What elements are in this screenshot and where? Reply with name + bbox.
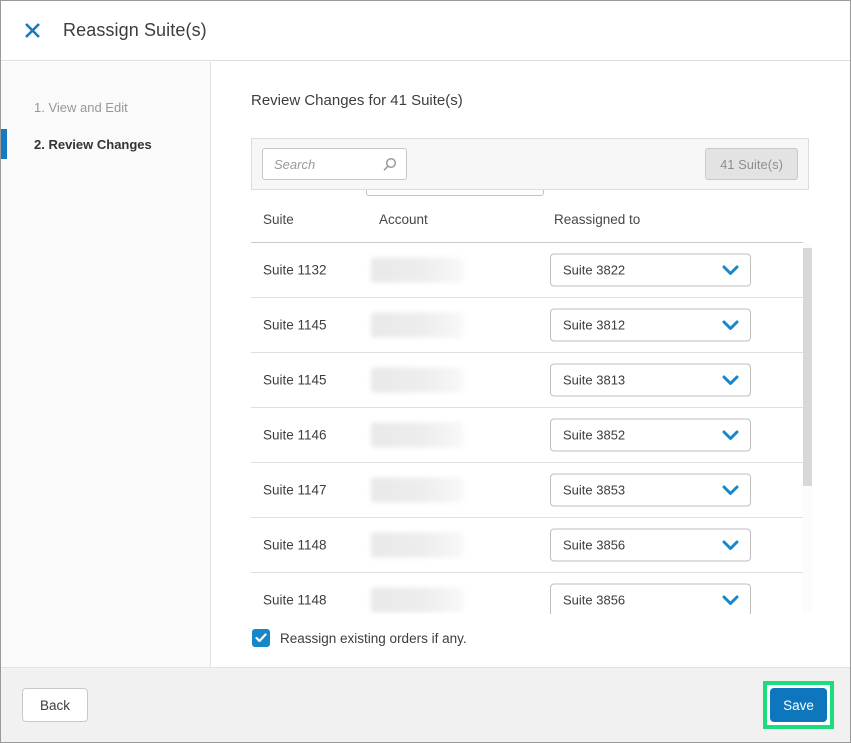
account-value-redacted <box>371 257 463 283</box>
account-value-redacted <box>371 477 463 503</box>
row-suite-label: Suite 1146 <box>263 427 327 443</box>
account-value-redacted <box>371 422 463 448</box>
reassigned-to-value: Suite 3812 <box>563 317 626 333</box>
table-row: Suite 1147 Suite 3853 <box>251 463 803 518</box>
account-value-redacted <box>371 532 463 558</box>
chevron-down-icon <box>722 595 739 606</box>
reassigned-to-value: Suite 3853 <box>563 482 626 498</box>
row-suite-label: Suite 1148 <box>263 537 327 553</box>
back-button[interactable]: Back <box>22 688 88 722</box>
account-value-redacted <box>371 312 463 338</box>
table-row: Suite 1148 Suite 3856 <box>251 573 803 614</box>
table-row: Suite 1132 Suite 3822 <box>251 243 803 298</box>
active-step-indicator <box>1 129 7 159</box>
table-row: Suite 1145 Suite 3813 <box>251 353 803 408</box>
check-icon <box>255 633 267 643</box>
column-header-suite: Suite <box>263 212 294 227</box>
sidebar-step-review-changes[interactable]: 2. Review Changes <box>34 137 152 152</box>
table-row: Suite 1148 Suite 3856 <box>251 518 803 573</box>
review-changes-title: Review Changes for 41 Suite(s) <box>251 92 463 109</box>
modal-footer: Back Save <box>1 667 850 742</box>
account-value-redacted <box>371 587 463 613</box>
search-icon <box>382 157 397 172</box>
search-box <box>262 148 407 180</box>
reassigned-to-select[interactable]: Suite 3812 <box>550 308 751 342</box>
close-button[interactable] <box>20 19 44 43</box>
row-suite-label: Suite 1132 <box>263 262 327 278</box>
column-header-account: Account <box>379 212 428 227</box>
save-button[interactable]: Save <box>770 688 827 722</box>
reassign-orders-checkbox[interactable] <box>252 629 270 647</box>
reassign-orders-label: Reassign existing orders if any. <box>280 630 467 646</box>
chevron-down-icon <box>722 540 739 551</box>
reassign-orders-row: Reassign existing orders if any. <box>252 629 467 647</box>
chevron-down-icon <box>722 320 739 331</box>
row-suite-label: Suite 1145 <box>263 372 327 388</box>
reassigned-to-value: Suite 3813 <box>563 372 626 388</box>
table-rows: Suite 1132 Suite 3822 Suite 1145 Suite 3… <box>251 243 803 614</box>
chevron-down-icon <box>722 265 739 276</box>
chevron-down-icon <box>722 430 739 441</box>
modal-body: 1. View and Edit 2. Review Changes Revie… <box>1 62 850 667</box>
reassigned-to-select[interactable]: Suite 3852 <box>550 418 751 452</box>
column-header-reassigned-to: Reassigned to <box>554 212 641 227</box>
chevron-down-icon <box>722 375 739 386</box>
row-suite-label: Suite 1145 <box>263 317 327 333</box>
steps-sidebar: 1. View and Edit 2. Review Changes <box>1 62 211 667</box>
modal-header: Reassign Suite(s) <box>1 1 850 61</box>
reassigned-to-select[interactable]: Suite 3813 <box>550 363 751 397</box>
row-suite-label: Suite 1148 <box>263 592 327 608</box>
reassigned-to-value: Suite 3856 <box>563 537 626 553</box>
table-row: Suite 1145 Suite 3812 <box>251 298 803 353</box>
reassigned-to-value: Suite 3856 <box>563 592 626 608</box>
reassign-suites-modal: Reassign Suite(s) 1. View and Edit 2. Re… <box>0 0 851 743</box>
close-icon <box>24 22 41 39</box>
row-suite-label: Suite 1147 <box>263 482 327 498</box>
suite-count-button[interactable]: 41 Suite(s) <box>705 148 798 180</box>
reassigned-to-value: Suite 3852 <box>563 427 626 443</box>
modal-title: Reassign Suite(s) <box>63 20 207 40</box>
sidebar-step-view-and-edit[interactable]: 1. View and Edit <box>34 100 128 115</box>
table-toolbar: 41 Suite(s) <box>251 138 809 190</box>
reassigned-to-select[interactable]: Suite 3856 <box>550 528 751 562</box>
table-row: Suite 1146 Suite 3852 <box>251 408 803 463</box>
account-value-redacted <box>371 367 463 393</box>
reassigned-to-select[interactable]: Suite 3853 <box>550 473 751 507</box>
reassigned-to-select[interactable]: Suite 3856 <box>550 583 751 614</box>
reassigned-to-select[interactable]: Suite 3822 <box>550 253 751 287</box>
chevron-down-icon <box>722 485 739 496</box>
clipped-element-fragment <box>366 190 544 196</box>
main-content: Review Changes for 41 Suite(s) 41 Suite(… <box>212 62 850 667</box>
scrollbar-thumb[interactable] <box>803 248 812 486</box>
save-highlight-annotation: Save <box>763 681 834 729</box>
reassigned-to-value: Suite 3822 <box>563 262 626 278</box>
search-input[interactable] <box>263 156 382 172</box>
